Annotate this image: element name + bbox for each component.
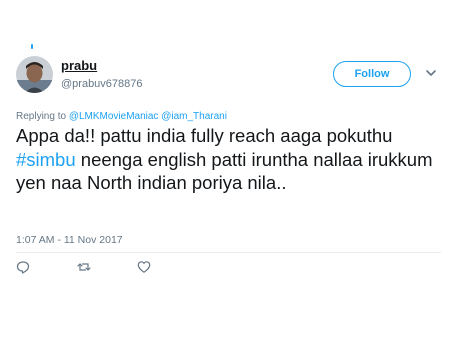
hashtag-link[interactable]: #simbu [16,149,76,170]
tweet-text: Appa da!! pattu india fully reach aaga p… [16,124,441,195]
tweet-text-part: neenga english patti iruntha nallaa iruk… [16,148,433,194]
author-handle[interactable]: @prabuv678876 [61,78,143,90]
tweet-text-part: Appa da!! pattu india fully reach aaga p… [16,125,393,146]
replying-to-prefix: Replying to [16,111,69,122]
follow-button[interactable]: Follow [333,61,411,87]
reply-icon[interactable] [16,260,30,274]
author-display-name[interactable]: prabu [61,58,97,73]
divider [16,252,441,253]
replying-to: Replying to @LMKMovieManiac @iam_Tharani [16,111,227,122]
mention-link[interactable]: @LMKMovieManiac [69,111,159,122]
chevron-down-icon[interactable] [425,68,437,78]
mention-link[interactable]: @iam_Tharani [161,111,227,122]
tweet-timestamp[interactable]: 1:07 AM - 11 Nov 2017 [16,234,123,246]
decorative-mark [31,44,33,49]
retweet-icon[interactable] [77,260,91,274]
avatar[interactable] [16,56,53,93]
heart-icon[interactable] [137,260,151,274]
avatar-image [16,56,53,93]
